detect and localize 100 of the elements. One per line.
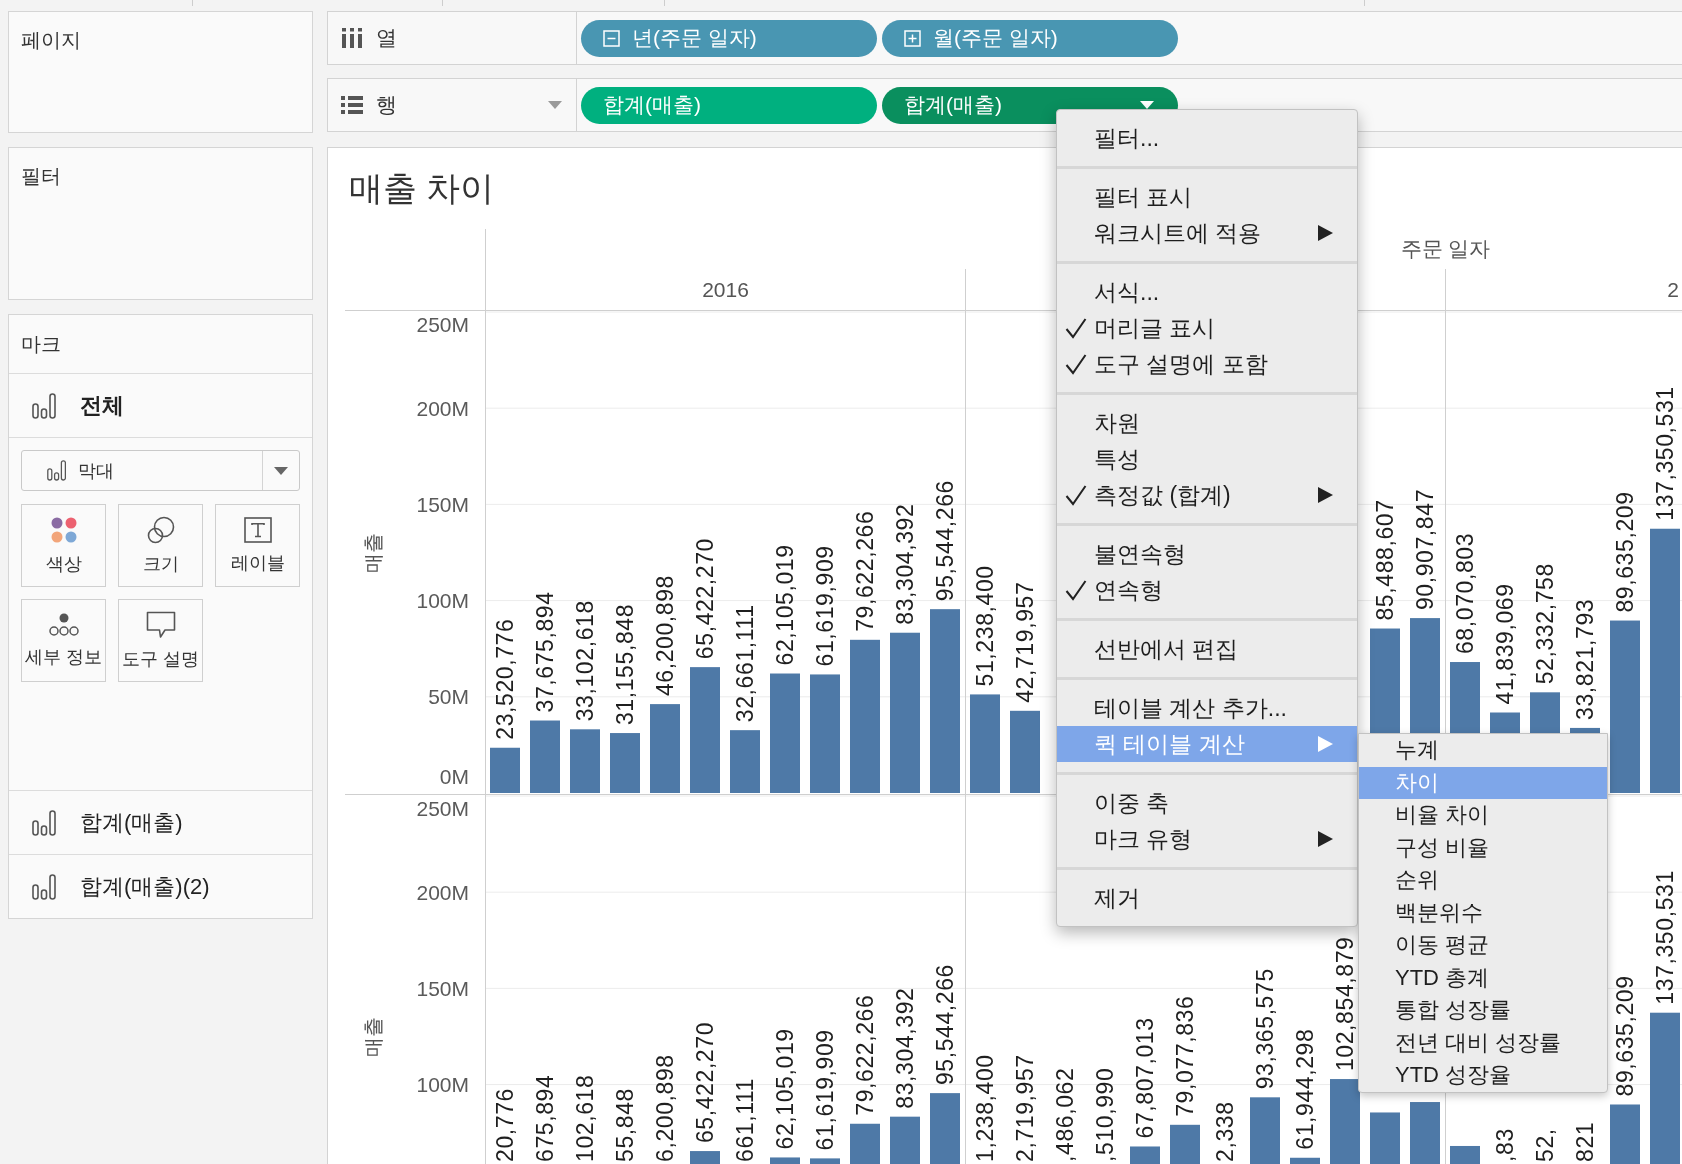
axis-tick-label: 250M <box>416 312 469 336</box>
axis-tick-label: 150M <box>416 492 469 516</box>
menu-item[interactable]: 불연속형 <box>1057 536 1357 572</box>
bar-value-label: 65,422,270 <box>692 1021 718 1144</box>
axis-tick-label: 0M <box>439 764 469 788</box>
text-box-icon <box>243 516 272 543</box>
menu-item[interactable]: YTD 성장율 <box>1359 1059 1607 1092</box>
bar-value-label: 32,661,111 <box>732 604 758 723</box>
menu-item[interactable]: 통합 성장률 <box>1359 994 1607 1027</box>
color-dots-icon <box>49 515 78 544</box>
axis-tick-label: 250M <box>416 796 469 820</box>
bar-value-label: 2,338 <box>1212 1101 1238 1162</box>
size-button[interactable]: 크기 <box>118 504 203 587</box>
menu-item[interactable]: 차원 <box>1057 405 1357 441</box>
bar-value-label: 42,719,957 <box>1012 581 1038 703</box>
minus-square-icon[interactable] <box>603 29 620 47</box>
bar-value-label: 102,854,879 <box>1332 936 1358 1072</box>
bar-value-label: 89,635,209 <box>1612 975 1638 1097</box>
menu-item[interactable]: YTD 총계 <box>1359 961 1607 994</box>
bar-chart-icon <box>32 873 56 900</box>
menu-item[interactable]: 백분위수 <box>1359 896 1607 929</box>
bar-value-label: ,486,062 <box>1052 1067 1078 1162</box>
bar-value-label: 79,077,836 <box>1172 995 1198 1117</box>
bar-value-label: 61,619,909 <box>812 1029 838 1151</box>
bar-value-label: 20,776 <box>492 1088 518 1162</box>
bar-chart-icon <box>32 809 56 836</box>
bar-value-label: 79,622,266 <box>852 994 878 1116</box>
detail-button[interactable]: 세부 정보 <box>21 599 106 682</box>
bar-value-label: 52,332,758 <box>1532 563 1558 685</box>
bar <box>1450 1145 1480 1164</box>
year-header: 2 <box>1667 277 1679 302</box>
bar-value-label: 62,105,019 <box>772 1028 798 1150</box>
bar <box>770 1157 800 1164</box>
bar-value-label: 6,200,898 <box>652 1054 678 1162</box>
bar-chart-icon <box>32 392 56 419</box>
bar-value-label: 85,488,607 <box>1372 499 1398 621</box>
bar-value-label: 661,111 <box>732 1078 758 1162</box>
bar <box>1290 1157 1320 1164</box>
menu-item[interactable]: 누계 <box>1359 734 1607 767</box>
bar-value-label: 137,350,531 <box>1652 386 1678 521</box>
circles-icon <box>146 515 175 544</box>
bar-value-label: 675,894 <box>532 1074 558 1162</box>
bar-value-label: 55,848 <box>612 1088 638 1162</box>
bar-value-label: 821 <box>1572 1121 1598 1162</box>
marks-layer-row[interactable]: 합계(매출)(2) <box>9 854 312 918</box>
dots-icon <box>48 612 79 637</box>
shelf-label: 열 <box>376 25 397 51</box>
label-button[interactable]: 레이블 <box>215 504 300 587</box>
bar-value-label: 61,944,298 <box>1292 1028 1318 1150</box>
shelf-label: 행 <box>376 92 397 118</box>
bar-value-label: 102,618 <box>572 1074 598 1162</box>
color-button[interactable]: 색상 <box>21 504 106 587</box>
column-header: 주문 일자 <box>1400 236 1491 262</box>
plus-square-icon[interactable] <box>904 29 921 47</box>
bar <box>730 730 760 793</box>
bar <box>610 733 640 793</box>
menu-item[interactable]: 이중 축 <box>1057 785 1357 821</box>
bar <box>1250 1097 1280 1164</box>
menu-item[interactable]: 전년 대비 성장률 <box>1359 1026 1607 1059</box>
bar <box>1370 1112 1400 1164</box>
menu-item[interactable]: 비율 차이 <box>1359 799 1607 832</box>
bar <box>850 1123 880 1164</box>
bar-value-label: 46,200,898 <box>652 575 678 697</box>
bar-value-label: 41,839,069 <box>1492 583 1518 705</box>
menu-item[interactable]: 제거 <box>1057 880 1357 916</box>
bar-value-label: 31,155,848 <box>612 603 638 726</box>
menu-item[interactable]: 마크 유형 <box>1057 821 1357 857</box>
bar-value-label: 137,350,531 <box>1652 870 1678 1005</box>
bar-value-label: 1,238,400 <box>972 1054 998 1162</box>
menu-item[interactable]: 테이블 계산 추가... <box>1057 690 1357 726</box>
menu-item[interactable]: 워크시트에 적용 <box>1057 215 1357 251</box>
bar-value-label: 83,304,392 <box>892 503 918 625</box>
menu-item[interactable]: 순위 <box>1359 864 1607 897</box>
mark-type-dropdown[interactable]: 막대 <box>21 450 300 491</box>
bar-value-label: 95,544,266 <box>932 964 958 1086</box>
menu-item[interactable]: 특성 <box>1057 441 1357 477</box>
bar-value-label: 2,719,957 <box>1012 1054 1038 1162</box>
marks-layer-row[interactable]: 전체 <box>9 374 312 438</box>
bar <box>930 1093 960 1164</box>
menu-item[interactable]: 연속형 <box>1057 572 1357 608</box>
rows-icon <box>341 96 363 114</box>
bar-value-label: 23,520,776 <box>492 618 518 740</box>
bar <box>810 1158 840 1164</box>
card-title: 페이지 <box>21 28 81 52</box>
menu-item[interactable]: 서식... <box>1057 274 1357 310</box>
bar <box>1610 1104 1640 1164</box>
menu-item[interactable]: 이동 평균 <box>1359 929 1607 962</box>
menu-item[interactable]: 머리글 표시 <box>1057 310 1357 346</box>
menu-item[interactable]: 도구 설명에 포함 <box>1057 346 1357 382</box>
tooltip-button[interactable]: 도구 설명 <box>118 599 203 682</box>
bar-value-label: 83,304,392 <box>892 987 918 1109</box>
menu-item[interactable]: 측정값 (합계) <box>1057 477 1357 513</box>
menu-item[interactable]: 구성 비율 <box>1359 831 1607 864</box>
marks-layer-row[interactable]: 합계(매출) <box>9 790 312 854</box>
bar-value-label: 67,807,013 <box>1132 1017 1158 1139</box>
axis-tick-label: 50M <box>428 685 469 709</box>
bar <box>570 729 600 793</box>
bar-value-label: 52, <box>1532 1128 1558 1162</box>
menu-item[interactable]: 필터 표시 <box>1057 179 1357 215</box>
menu-item[interactable]: 선반에서 편집 <box>1057 631 1357 667</box>
